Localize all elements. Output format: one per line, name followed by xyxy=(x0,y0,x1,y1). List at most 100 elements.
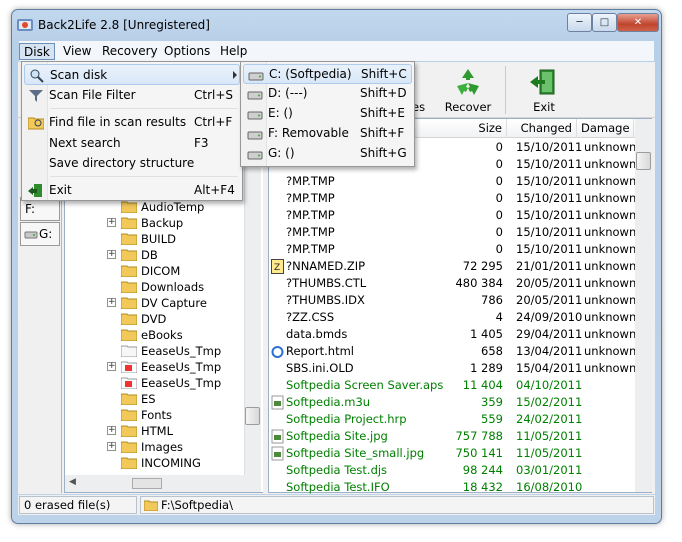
submenu-item-drive[interactable]: C: (Softpedia) Shift+C xyxy=(243,64,412,84)
submenu-item-drive[interactable]: E: () Shift+E xyxy=(243,104,412,124)
file-row[interactable]: Softpedia Site_small.jpg 750 141 11/05/201… xyxy=(269,445,635,462)
maximize-button[interactable]: □ xyxy=(592,13,617,32)
tree-item[interactable]: DVD xyxy=(64,311,244,327)
file-row[interactable]: ?ZZ.CSS 4 24/09/2010 unknown xyxy=(269,309,637,326)
expand-icon[interactable]: + xyxy=(107,298,116,307)
tree-item[interactable]: DICOM xyxy=(64,263,244,279)
find-icon xyxy=(28,117,44,130)
folder-icon xyxy=(121,457,137,469)
file-row[interactable]: ?MP.TMP 0 15/10/2011 unknown xyxy=(269,173,636,190)
file-size: 98 244 xyxy=(462,463,503,477)
close-button[interactable]: ✕ xyxy=(617,13,659,32)
next-search-label: Next search xyxy=(49,136,121,150)
file-name: ?THUMBS.IDX xyxy=(286,293,365,307)
file-row[interactable]: ?THUMBS.IDX 786 20/05/2011 unknown xyxy=(269,292,636,309)
folder-icon xyxy=(144,500,158,511)
tree-vertical-scrollbar[interactable] xyxy=(244,119,261,492)
tree-hscroll-thumb[interactable] xyxy=(132,478,162,489)
expand-icon[interactable]: + xyxy=(107,426,116,435)
menu-options[interactable]: Options xyxy=(159,43,215,60)
file-size: 1 289 xyxy=(470,361,503,375)
file-damage: unknown xyxy=(584,310,637,324)
filter-icon xyxy=(29,90,43,102)
submenu-item-drive[interactable]: F: Removable Shift+F xyxy=(243,124,412,144)
file-date: 15/10/2011 xyxy=(516,157,583,171)
submenu-item-drive[interactable]: G: () Shift+G xyxy=(243,144,412,164)
tree-item[interactable]: INCOMING xyxy=(64,455,244,471)
file-row[interactable]: SBS.ini.OLD 1 289 15/04/2011 unknown xyxy=(269,360,636,377)
exit-button[interactable]: Exit xyxy=(513,66,575,116)
column-size[interactable]: Size xyxy=(429,119,507,138)
file-row[interactable]: ?THUMBS.CTL 480 384 20/05/2011 unknown xyxy=(269,275,637,292)
menu-recovery[interactable]: Recovery xyxy=(97,43,163,60)
file-row[interactable]: ?MP.TMP 0 15/10/2011 unknown xyxy=(269,241,636,258)
tree-item[interactable]: Fonts xyxy=(64,407,244,423)
tree-item[interactable]: + DV Capture xyxy=(64,295,244,311)
submenu-item-drive[interactable]: D: (---) Shift+D xyxy=(243,84,412,104)
file-row[interactable]: Softpedia Test.IFO 18 432 16/08/2010 xyxy=(269,479,635,496)
tree-item[interactable]: + HTML xyxy=(64,423,244,439)
file-row[interactable]: Z ?NNAMED.ZIP 72 295 21/01/2011 unknown xyxy=(269,258,636,275)
folder-icon xyxy=(121,377,137,389)
menu-help[interactable]: Help xyxy=(215,43,252,60)
column-damage[interactable]: Damage xyxy=(577,119,634,138)
minimize-button[interactable]: ─ xyxy=(567,13,592,32)
folder-icon xyxy=(121,329,137,341)
menu-item-scan-file-filter[interactable]: Scan File Filter Ctrl+S xyxy=(24,85,240,106)
file-row[interactable]: ?MP.TMP 0 15/10/2011 unknown xyxy=(269,207,636,224)
expand-icon[interactable]: + xyxy=(107,362,116,371)
tree-item-label: DVD xyxy=(141,312,167,326)
tree-item-label: EeaseUs_Tmp xyxy=(141,376,222,390)
list-scroll-thumb[interactable] xyxy=(636,152,651,170)
menu-item-next-search[interactable]: Next search F3 xyxy=(24,133,240,154)
file-size: 786 xyxy=(481,293,503,307)
list-vertical-scrollbar[interactable] xyxy=(635,119,652,492)
tree-item[interactable]: eBooks xyxy=(64,327,244,343)
expand-icon[interactable]: + xyxy=(107,442,116,451)
scroll-left-icon[interactable]: ◀ xyxy=(69,477,76,487)
drive-tab-g[interactable]: G: xyxy=(20,222,60,246)
file-row[interactable]: Report.html 658 13/04/2011 unknown xyxy=(269,343,636,360)
file-damage: unknown xyxy=(584,276,637,290)
menu-item-exit[interactable]: Exit Alt+F4 xyxy=(24,180,240,201)
menu-disk[interactable]: Disk xyxy=(19,43,55,60)
menu-view[interactable]: View xyxy=(58,43,96,60)
file-row[interactable]: Softpedia Project.hrp 559 24/02/2011 xyxy=(269,411,635,428)
media-icon xyxy=(271,395,284,410)
tree-scroll-thumb[interactable] xyxy=(245,407,260,425)
tree-horizontal-scrollbar[interactable]: ◀ xyxy=(65,475,245,492)
file-row[interactable]: ?MP.TMP 0 15/10/2011 unknown xyxy=(269,190,636,207)
status-erased-count: 0 erased file(s) xyxy=(19,496,137,514)
folder-icon xyxy=(121,313,137,325)
tree-item[interactable]: + DB xyxy=(64,247,244,263)
file-row[interactable]: ?MP.TMP 0 15/10/2011 unknown xyxy=(269,224,636,241)
tree-item[interactable]: Downloads xyxy=(64,279,244,295)
file-date: 11/05/2011 xyxy=(516,446,583,460)
file-row[interactable]: data.bmds 1 405 29/04/2011 unknown xyxy=(269,326,636,343)
recover-button[interactable]: Recover xyxy=(437,66,499,116)
expand-icon[interactable]: + xyxy=(107,250,116,259)
file-size: 480 384 xyxy=(455,276,503,290)
tree-item[interactable]: BUILD xyxy=(64,231,244,247)
tree-item[interactable]: ES xyxy=(64,391,244,407)
tree-item[interactable]: AudioTemp xyxy=(64,199,244,215)
tree-item[interactable]: EeaseUs_Tmp xyxy=(64,343,244,359)
menu-item-find-file[interactable]: Find file in scan results Ctrl+F xyxy=(24,112,240,133)
drive-icon xyxy=(247,111,263,120)
tree-item[interactable]: + Images xyxy=(64,439,244,455)
menu-item-scan-disk[interactable]: Scan disk xyxy=(24,64,240,85)
file-row[interactable]: Softpedia Site.jpg 757 788 11/05/2011 xyxy=(269,428,635,445)
tree-item[interactable]: EeaseUs_Tmp xyxy=(64,375,244,391)
menu-item-save-directory[interactable]: Save directory structure xyxy=(24,153,240,174)
tree-item[interactable]: + EeaseUs_Tmp xyxy=(64,359,244,375)
column-changed[interactable]: Changed xyxy=(507,119,577,138)
file-row[interactable]: Softpedia Test.djs 98 244 03/01/2011 xyxy=(269,462,635,479)
file-name: Softpedia Site.jpg xyxy=(286,429,388,443)
expand-icon[interactable]: + xyxy=(107,218,116,227)
folder-icon xyxy=(121,265,137,277)
file-row[interactable]: Softpedia Screen Saver.aps 11 404 04/10/20… xyxy=(269,377,635,394)
file-row[interactable]: Softpedia.m3u 359 15/02/2011 xyxy=(269,394,635,411)
drive-icon xyxy=(247,91,263,100)
folder-icon xyxy=(121,441,137,453)
tree-item[interactable]: + Backup xyxy=(64,215,244,231)
